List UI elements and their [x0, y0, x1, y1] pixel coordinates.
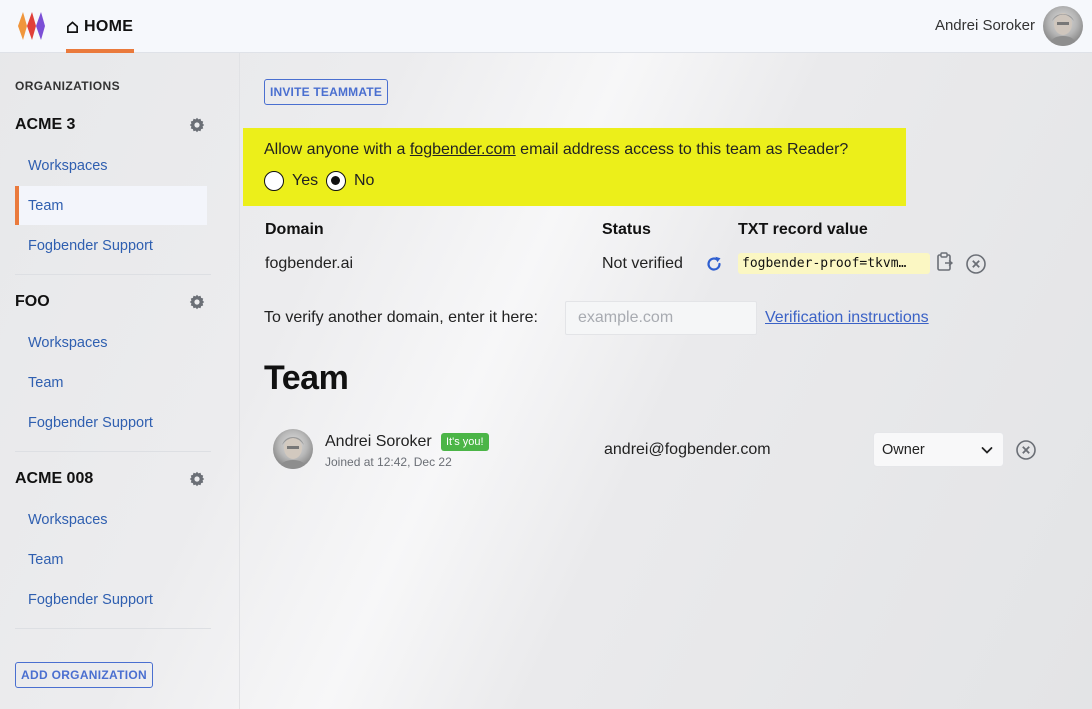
sidebar-item-workspaces[interactable]: Workspaces: [15, 500, 207, 539]
avatar[interactable]: [1043, 6, 1083, 46]
org-name-acme-008: ACME 008: [15, 470, 94, 487]
domain-link[interactable]: fogbender.com: [410, 141, 516, 158]
home-icon: [67, 20, 78, 33]
status-badge: It's you!: [441, 433, 489, 451]
sidebar-item-team[interactable]: Team: [15, 363, 207, 402]
page-title: Team: [264, 359, 349, 397]
sidebar-item-fogbender-support[interactable]: Fogbender Support: [15, 580, 207, 619]
avatar-image: [279, 437, 307, 469]
org-name-acme-3: ACME 3: [15, 116, 76, 133]
domain-access-banner: Allow anyone with a fogbender.com email …: [243, 128, 906, 206]
home-tab-label: HOME: [84, 17, 134, 35]
sidebar-item-team[interactable]: Team: [15, 186, 207, 225]
gear-icon[interactable]: [189, 294, 205, 310]
radio-no[interactable]: No: [326, 171, 374, 191]
invite-teammate-button[interactable]: INVITE TEAMMATE: [264, 79, 388, 105]
sidebar-item-workspaces[interactable]: Workspaces: [15, 146, 207, 185]
banner-text-suffix: email address access to this team as Rea…: [515, 141, 849, 158]
sidebar-item-fogbender-support[interactable]: Fogbender Support: [15, 226, 207, 265]
radio-yes[interactable]: Yes: [264, 171, 318, 191]
chevron-down-icon: [981, 447, 993, 454]
sidebar-item-fogbender-support[interactable]: Fogbender Support: [15, 403, 207, 442]
avatar-image: [1049, 13, 1077, 46]
member-email: andrei@fogbender.com: [604, 441, 771, 458]
user-name[interactable]: Andrei Soroker: [935, 17, 1035, 34]
member-name: Andrei Soroker: [325, 433, 432, 450]
radio-no-circle[interactable]: [326, 171, 346, 191]
banner-text-prefix: Allow anyone with a: [264, 141, 410, 158]
sidebar-divider: [15, 274, 211, 275]
verification-instructions-link[interactable]: Verification instructions: [765, 309, 929, 327]
column-header-domain: Domain: [265, 221, 324, 238]
clipboard-copy-icon[interactable]: [936, 252, 954, 272]
domain-cell: fogbender.ai: [265, 255, 354, 272]
column-header-txt-record: TXT record value: [738, 221, 868, 238]
sidebar-item-workspaces[interactable]: Workspaces: [15, 323, 207, 362]
organizations-heading: ORGANIZATIONS: [15, 79, 120, 93]
top-header: HOME Andrei Soroker: [0, 0, 1092, 53]
close-circle-icon[interactable]: [965, 253, 987, 275]
sidebar: ORGANIZATIONS ACME 3 Workspaces Team Fog…: [0, 53, 240, 709]
role-select-value: Owner: [882, 441, 925, 458]
close-circle-icon[interactable]: [1015, 439, 1037, 461]
status-cell: Not verified: [602, 255, 683, 272]
radio-no-label: No: [354, 172, 375, 189]
avatar: [273, 429, 313, 469]
refresh-icon[interactable]: [705, 255, 723, 273]
fogbender-logo[interactable]: [17, 10, 47, 42]
verify-domain-label: To verify another domain, enter it here:: [264, 309, 538, 326]
member-joined-date: Joined at 12:42, Dec 22: [325, 455, 452, 469]
gear-icon[interactable]: [189, 117, 205, 133]
role-select[interactable]: Owner: [873, 432, 1004, 467]
add-organization-button[interactable]: ADD ORGANIZATION: [15, 662, 153, 688]
sidebar-divider: [15, 451, 211, 452]
column-header-status: Status: [602, 221, 651, 238]
home-tab[interactable]: HOME: [66, 0, 134, 53]
org-name-foo: FOO: [15, 293, 50, 310]
radio-yes-label: Yes: [292, 172, 319, 189]
radio-yes-circle[interactable]: [264, 171, 284, 191]
sidebar-item-team[interactable]: Team: [15, 540, 207, 579]
sidebar-divider: [15, 628, 211, 629]
banner-question: Allow anyone with a fogbender.com email …: [264, 141, 848, 159]
txt-record-value[interactable]: fogbender-proof=tkvm…: [738, 253, 930, 274]
gear-icon[interactable]: [189, 471, 205, 487]
verify-domain-input[interactable]: [565, 301, 757, 335]
